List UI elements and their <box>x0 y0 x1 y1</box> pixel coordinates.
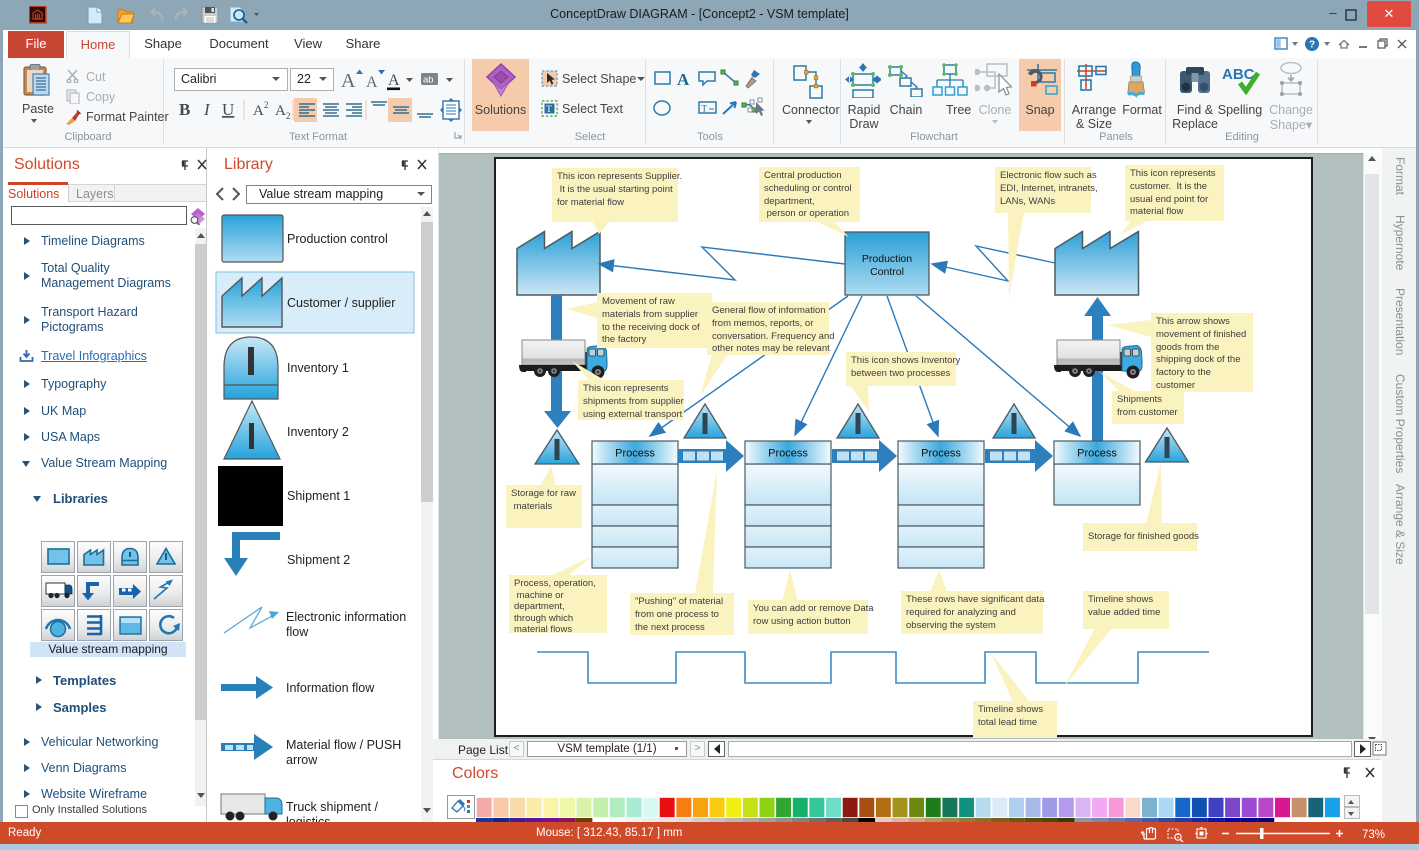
svg-text:73%: 73% <box>1362 829 1385 841</box>
svg-text:T: T <box>702 104 708 114</box>
svg-text:?: ? <box>1309 40 1315 51</box>
svg-text:A: A <box>366 74 378 91</box>
svg-text:2: 2 <box>286 111 291 121</box>
svg-text:I: I <box>203 100 211 119</box>
svg-text:2: 2 <box>264 100 269 110</box>
svg-text:ab: ab <box>423 75 434 86</box>
svg-text:T: T <box>546 105 552 115</box>
svg-text:A: A <box>253 103 264 119</box>
svg-text:Process: Process <box>921 448 961 460</box>
svg-text:Control: Control <box>870 266 904 278</box>
svg-text:ABC: ABC <box>1222 66 1255 83</box>
svg-text:A: A <box>341 70 356 92</box>
svg-text:Process: Process <box>1077 448 1117 460</box>
svg-text:U: U <box>222 100 234 119</box>
svg-text:A: A <box>677 70 690 89</box>
svg-text:A: A <box>275 103 286 119</box>
svg-text:B: B <box>179 100 190 119</box>
svg-text:Process: Process <box>768 448 808 460</box>
svg-text:Process: Process <box>615 448 655 460</box>
svg-text:A: A <box>388 72 400 89</box>
svg-text:Production: Production <box>862 253 912 265</box>
